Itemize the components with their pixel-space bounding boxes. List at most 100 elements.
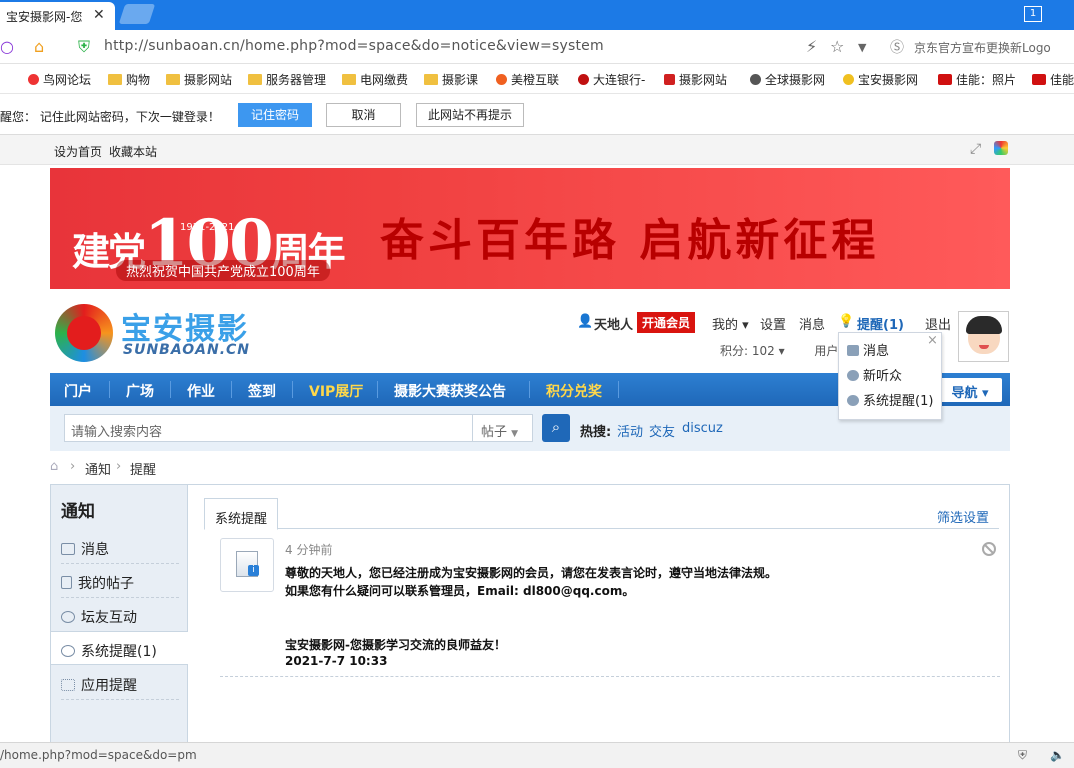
reminder-link[interactable]: 提醒(1) [857,314,904,333]
notice-date: 2021-7-7 10:33 [285,654,388,668]
vip-button[interactable]: 开通会员 [637,312,696,333]
points-value[interactable]: 积分: 102 [720,344,775,358]
nav-signin[interactable]: 签到 [248,381,276,401]
bookmarks-bar: 鸟网论坛 购物 摄影网站 服务器管理 电网缴费 摄影课 美橙互联 大连银行- 摄… [0,64,1074,94]
block-icon[interactable] [982,542,996,556]
cancel-button[interactable]: 取消 [326,103,401,127]
user-icon [847,370,859,381]
site-logo[interactable]: 宝安摄影 SUNBAOAN.CN [53,302,283,366]
bookmark-folder[interactable]: 摄影网站 [166,71,232,88]
hot-search-link[interactable]: discuz [682,421,723,436]
messages-link[interactable]: 消息 [799,314,825,333]
gear-icon [61,645,75,657]
notice-icon: i [220,538,274,592]
set-home-link[interactable]: 设为首页 [54,143,102,160]
bookmark-item[interactable]: 摄影网站 [664,71,727,88]
browser-tab[interactable]: 宝安摄影网-您 ✕ [0,2,115,30]
search-icon: ⌕ [551,418,561,436]
logout-link[interactable]: 退出 [925,314,951,333]
celebration-banner: 建党100周年 1921-2021 奋斗百年路 启航新征程 热烈祝贺中国共产党成… [50,168,1010,289]
breadcrumb-notice[interactable]: 通知 [85,459,111,478]
bookmark-folder[interactable]: 电网缴费 [342,71,408,88]
search-button[interactable]: ⌕ [542,414,570,442]
bulb-icon: 💡 [838,314,855,329]
guide-dropdown[interactable]: 导航 ▾ [938,378,1002,402]
lightning-icon[interactable]: ⚡ [806,37,817,56]
sidebar-title: 通知 [61,502,95,522]
nav-points-redeem[interactable]: 积分兑奖 [546,381,602,401]
bookmark-item[interactable]: 佳能 [1032,71,1074,88]
user-icon: 👤 [577,314,594,329]
home-icon[interactable]: ⌂ [50,459,58,474]
envelope-icon [61,543,75,555]
logo-emblem-center [67,316,101,350]
breadcrumb-reminder[interactable]: 提醒 [130,459,156,478]
dropdown-item-system-reminder[interactable]: 系统提醒(1) [847,390,933,409]
notice-panel: 通知 消息 我的帖子 坛友互动 系统提醒(1) 应用提醒 系统提醒 筛选设置 i… [50,484,1010,755]
sidebar-item-messages[interactable]: 消息 [61,530,179,564]
sidebar-item-interaction[interactable]: 坛友互动 [61,598,179,632]
nav-contest-results[interactable]: 摄影大赛获奖公告 [394,381,506,401]
close-icon[interactable]: × [927,333,938,348]
bookmark-item[interactable]: 全球摄影网 [750,71,825,88]
bookmark-item[interactable]: 大连银行- [578,71,645,88]
mine-menu[interactable]: 我的 ▾ [712,314,749,333]
close-tab-icon[interactable]: ✕ [93,7,105,23]
bookmark-folder[interactable]: 摄影课 [424,71,478,88]
settings-link[interactable]: 设置 [760,314,786,333]
username-link[interactable]: 天地人 [594,314,633,333]
search-input[interactable]: 请输入搜索内容 [64,414,473,442]
recycle-icon [61,611,75,623]
bookmark-item[interactable]: 鸟网论坛 [28,71,91,88]
sidebar-item-system-reminder[interactable]: 系统提醒(1) [51,631,188,665]
star-icon[interactable]: ☆ [830,37,844,56]
url-field[interactable]: http://sunbaoan.cn/home.php?mod=space&do… [104,38,604,54]
favorite-link[interactable]: 收藏本站 [109,143,157,160]
notice-line: 宝安摄影网-您摄影学习交流的良师益友！ [285,638,506,652]
banner-slogan: 奋斗百年路 启航新征程 [380,215,880,266]
avatar[interactable] [958,311,1009,362]
bookmark-item[interactable]: 美橙互联 [496,71,559,88]
nav-portal[interactable]: 门户 [64,381,92,401]
notice-tabs: 系统提醒 筛选设置 [204,498,999,530]
never-remind-button[interactable]: 此网站不再提示 [416,103,524,127]
tab-system-reminder[interactable]: 系统提醒 [204,498,279,530]
tab-count-badge[interactable]: 1 [1024,6,1042,22]
banner-subtitle: 热烈祝贺中国共产党成立100周年 [116,260,330,281]
bookmark-item[interactable]: 佳能：照片 [938,71,1016,88]
extension-icon[interactable]: ○ [0,37,14,56]
hot-search-link[interactable]: 交友 [649,421,675,440]
color-theme-icon[interactable] [994,141,1008,155]
search-engine-icon[interactable]: Ⓢ [890,37,904,57]
dropdown-item-messages[interactable]: 消息 [847,340,889,359]
filter-settings-link[interactable]: 筛选设置 [937,507,989,526]
home-icon[interactable]: ⌂ [34,37,44,56]
browser-tab-title: 宝安摄影网-您 [6,10,83,24]
nav-homework[interactable]: 作业 [187,381,215,401]
new-tab-button[interactable] [118,4,156,24]
dropdown-icon[interactable]: ▼ [858,41,866,54]
speaker-icon[interactable]: 🔈 [1050,748,1065,762]
nav-vip-gallery[interactable]: VIP展厅 [309,381,363,401]
shield-icon[interactable]: ⛨ [1018,748,1027,763]
secure-shield-icon[interactable]: ⛨ [78,37,90,57]
remember-password-button[interactable]: 记住密码 [238,103,312,127]
hot-search-link[interactable]: 活动 [617,421,643,440]
info-icon: i [248,565,259,576]
notice-sidebar: 通知 消息 我的帖子 坛友互动 系统提醒(1) 应用提醒 [51,485,188,755]
reminder-dropdown: × 消息 新听众 系统提醒(1) [838,332,942,420]
bookmark-item[interactable]: 宝安摄影网 [843,71,918,88]
nav-plaza[interactable]: 广场 [126,381,154,401]
user-group-link[interactable]: 用户 [814,344,838,358]
address-bar: ○ ⌂ ⛨ http://sunbaoan.cn/home.php?mod=sp… [0,30,1074,64]
sidebar-item-app-reminder[interactable]: 应用提醒 [61,666,179,700]
sidebar-item-my-posts[interactable]: 我的帖子 [61,564,179,598]
bookmark-folder[interactable]: 购物 [108,71,150,88]
search-type-select[interactable]: 帖子 ▼ [473,414,533,442]
bookmark-folder[interactable]: 服务器管理 [248,71,326,88]
dropdown-item-new-followers[interactable]: 新听众 [847,365,902,384]
password-prompt-text: 醒您： 记住此网站密码，下次一键登录！ [0,110,220,124]
news-ticker[interactable]: 京东官方宣布更换新Logo [914,39,1051,56]
fullscreen-icon[interactable]: ⤢ [970,141,981,157]
user-points: 积分: 102 ▾ 用户 [720,344,839,358]
